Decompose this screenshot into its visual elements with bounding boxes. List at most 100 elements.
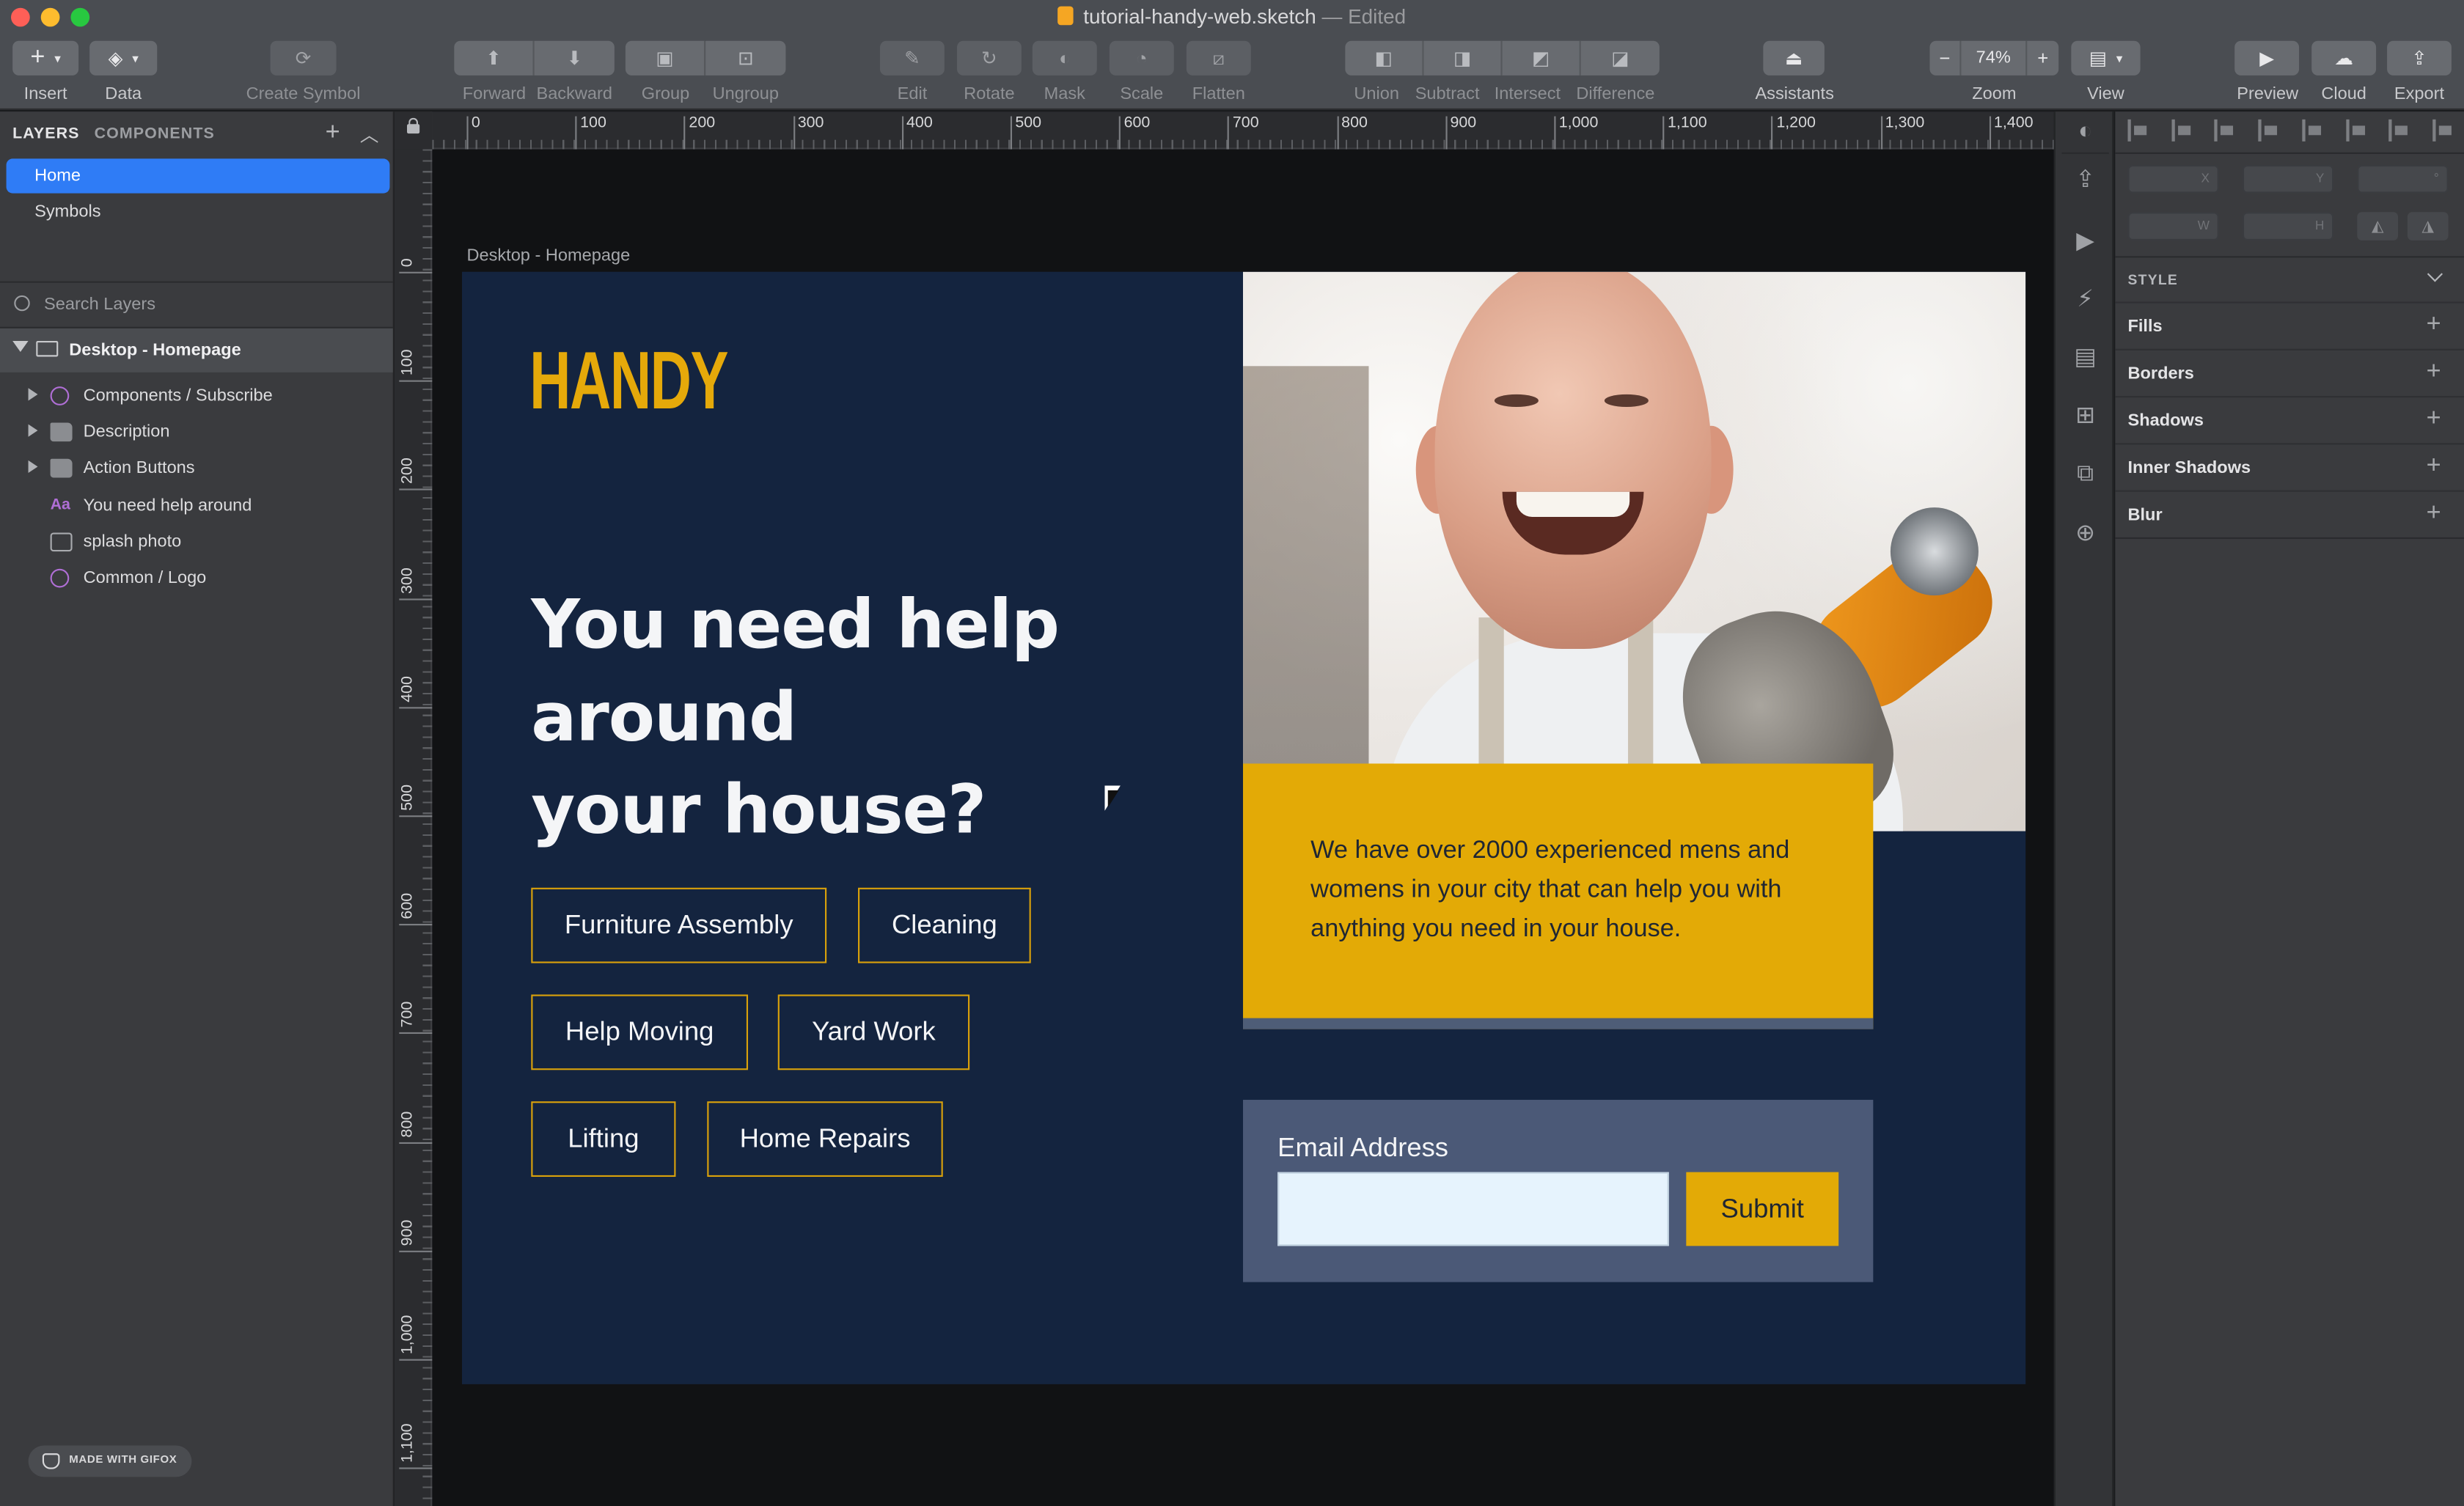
style-section-borders[interactable]: Borders +	[2115, 348, 2464, 396]
distribute-horizontal-icon[interactable]	[2171, 119, 2193, 142]
email-field[interactable]	[1277, 1172, 1669, 1246]
interaction-bolt-icon[interactable]: ⚡	[2069, 283, 2101, 315]
ruler-label: 1,000	[399, 1315, 417, 1355]
layer-row[interactable]: Components / Subscribe	[0, 378, 393, 413]
x-position-field[interactable]: X	[2127, 165, 2219, 194]
resizing-icon[interactable]: ⊞	[2069, 399, 2101, 430]
zoom-value[interactable]: 74%	[1961, 40, 2028, 76]
align-top-icon[interactable]	[2301, 119, 2324, 142]
height-field[interactable]: H	[2242, 212, 2334, 240]
handy-logo[interactable]: HANDY	[529, 334, 728, 429]
page-item-symbols[interactable]: Symbols	[7, 195, 390, 229]
service-button-help-moving[interactable]: Help Moving	[531, 994, 749, 1070]
data-button[interactable]: ◈ ▾	[89, 40, 158, 76]
assistants-button[interactable]: ⏏	[1763, 40, 1825, 76]
prototype-play-icon[interactable]: ▶	[2069, 224, 2101, 256]
scale-button[interactable]: ◔	[1109, 40, 1174, 76]
style-section-fills[interactable]: Fills +	[2115, 301, 2464, 348]
service-button-lifting[interactable]: Lifting	[531, 1101, 676, 1178]
add-shadow-icon[interactable]: +	[2427, 405, 2441, 434]
add-border-icon[interactable]: +	[2427, 359, 2441, 387]
edit-button[interactable]: ✎	[880, 40, 945, 76]
lock-icon[interactable]	[407, 117, 420, 134]
subtract-button[interactable]: ◨	[1423, 40, 1503, 76]
service-button-yard-work[interactable]: Yard Work	[777, 994, 970, 1070]
subscribe-card[interactable]: Email Address Submit	[1243, 1100, 1874, 1282]
insert-button[interactable]: + ▾	[12, 40, 79, 76]
horizontal-ruler[interactable]: 0 100 200 300 400 500 600 700 800 900 1,000 1,100 1,…	[394, 111, 2054, 150]
add-image-icon[interactable]: ⊕	[2069, 517, 2101, 548]
rotate-button[interactable]: ↻	[957, 40, 1022, 76]
service-button-cleaning[interactable]: Cleaning	[858, 887, 1031, 963]
style-section-blur[interactable]: Blur +	[2115, 490, 2464, 537]
page-item-home[interactable]: Home	[6, 158, 390, 194]
disclosure-closed-icon[interactable]	[28, 388, 38, 401]
y-position-field[interactable]: Y	[2242, 165, 2334, 194]
align-center-icon[interactable]	[2215, 119, 2237, 142]
intersect-button[interactable]: ◩	[1502, 40, 1581, 76]
cloud-button[interactable]: ☁	[2311, 40, 2377, 76]
align-middle-icon[interactable]	[2345, 119, 2367, 142]
tab-components[interactable]: COMPONENTS	[95, 125, 215, 143]
disclosure-closed-icon[interactable]	[28, 424, 38, 437]
splash-photo[interactable]	[1243, 271, 2026, 831]
layer-row[interactable]: splash photo	[0, 525, 393, 559]
add-fill-icon[interactable]: +	[2427, 311, 2441, 339]
service-button-furniture-assembly[interactable]: Furniture Assembly	[531, 887, 827, 963]
style-section-shadows[interactable]: Shadows +	[2115, 396, 2464, 443]
group-button[interactable]: ▣	[625, 40, 706, 76]
align-bottom-icon[interactable]	[2388, 119, 2411, 142]
layer-row[interactable]: Common / Logo	[0, 561, 393, 595]
tab-layers[interactable]: LAYERS	[12, 125, 79, 143]
flip-vertical-icon[interactable]: ◮	[2407, 212, 2449, 240]
add-inner-shadow-icon[interactable]: +	[2427, 452, 2441, 481]
flip-horizontal-icon[interactable]: ◭	[2357, 212, 2399, 240]
submit-button[interactable]: Submit	[1686, 1172, 1839, 1246]
flatten-button[interactable]: ⧄	[1186, 40, 1251, 76]
width-field[interactable]: W	[2127, 212, 2219, 240]
chevron-down-icon[interactable]	[2427, 266, 2443, 282]
hero-headline[interactable]: You need help around your house?	[531, 580, 1128, 858]
layer-row[interactable]: Description	[0, 415, 393, 449]
zoom-in-button[interactable]: +	[2027, 40, 2059, 76]
edit-image-icon[interactable]: ⧉	[2069, 458, 2101, 489]
union-button[interactable]: ◧	[1345, 40, 1424, 76]
layer-row[interactable]: Action Buttons	[0, 451, 393, 485]
color-picker-icon[interactable]: ◐	[2069, 114, 2101, 146]
view-button[interactable]: ▤ ▾	[2071, 40, 2141, 76]
distribute-vertical-icon[interactable]	[2432, 119, 2454, 142]
disclosure-closed-icon[interactable]	[28, 460, 38, 474]
artboard-desktop-homepage[interactable]: HANDY You need help around your house? F…	[462, 271, 2026, 1384]
search-layers-input[interactable]	[44, 290, 375, 320]
canvas[interactable]: 0 100 200 300 400 500 600 700 800 900 1,000 1,100 1,…	[394, 111, 2054, 1506]
collapse-pages-icon[interactable]: ︿	[360, 121, 379, 147]
preview-button[interactable]: ▶	[2234, 40, 2300, 76]
forward-button[interactable]: ⬆	[454, 40, 535, 76]
artboard-title[interactable]: Desktop - Homepage	[466, 246, 630, 265]
style-section-inner-shadows[interactable]: Inner Shadows +	[2115, 443, 2464, 490]
edit-label: Edit	[897, 84, 928, 104]
export-button[interactable]: ⇪	[2387, 40, 2452, 76]
disclosure-open-icon[interactable]	[12, 341, 29, 353]
add-blur-icon[interactable]: +	[2427, 499, 2441, 528]
layout-grid-icon[interactable]: ▤	[2069, 341, 2101, 372]
description-card[interactable]: We have over 2000 experienced mens and w…	[1243, 763, 1874, 1029]
layer-row[interactable]: Aa You need help around	[0, 488, 393, 523]
zoom-out-button[interactable]: −	[1929, 40, 1962, 76]
ruler-tick	[1771, 116, 1774, 150]
service-button-home-repairs[interactable]: Home Repairs	[707, 1101, 943, 1178]
ungroup-button[interactable]: ⊡	[705, 40, 786, 76]
add-page-icon[interactable]: +	[326, 120, 340, 148]
backward-button[interactable]: ⬇	[534, 40, 615, 76]
vertical-ruler[interactable]: 0 100 200 300 400 500 600 700 800 900 1,000 1,100	[394, 111, 433, 1506]
ruler-corner[interactable]	[394, 111, 433, 150]
difference-button[interactable]: ◪	[1580, 40, 1660, 76]
layer-artboard-desktop-homepage[interactable]: Desktop - Homepage	[0, 328, 393, 372]
align-right-icon[interactable]	[2258, 119, 2281, 142]
rotation-field[interactable]: °	[2357, 165, 2449, 194]
mask-button[interactable]: ◐	[1032, 40, 1097, 76]
plus-icon: +	[30, 44, 45, 71]
align-left-icon[interactable]	[2127, 119, 2149, 142]
export-upload-icon[interactable]: ⇪	[2069, 164, 2101, 195]
create-symbol-button[interactable]: ⟳	[270, 40, 337, 76]
